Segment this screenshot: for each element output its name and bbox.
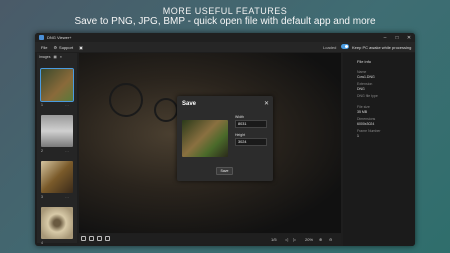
width-value: 8031	[238, 122, 247, 126]
zoom-out-icon[interactable]: ⊖	[329, 237, 332, 242]
width-label: Width	[235, 115, 244, 119]
more-icon[interactable]: …	[65, 194, 69, 199]
save-dialog: Save ✕ Width 8031 Height 3024 Save	[177, 96, 273, 181]
window-title: DNG Viewer+	[47, 35, 72, 40]
more-icon[interactable]: …	[65, 102, 69, 107]
status-text: Loaded	[323, 45, 337, 50]
support-icon: ⚙	[53, 44, 58, 50]
thumbnail-index: 1	[41, 103, 43, 107]
dimensions-value: 6000x3024	[357, 122, 375, 126]
name-value: Cow1.DNG	[357, 75, 375, 79]
save-button[interactable]: Save	[216, 167, 233, 175]
promo-subtitle: Save to PNG, JPG, BMP - quick open file …	[74, 16, 376, 27]
dialog-title: Save	[182, 101, 197, 107]
height-label: Height	[235, 133, 246, 137]
zoom-level: 20%	[305, 237, 314, 242]
thumbnail-index: 4	[41, 241, 43, 245]
image-icon[interactable]	[105, 236, 110, 241]
menu-support[interactable]: ⚙ Support	[53, 45, 73, 50]
menu-support-label: Support	[59, 44, 74, 50]
thumbnail-1[interactable]	[40, 68, 74, 102]
sidebar-header: Images	[39, 55, 51, 59]
type-label: DNG file type	[357, 94, 378, 98]
copy-icon[interactable]	[97, 236, 102, 241]
list-view-icon[interactable]: ≡	[60, 55, 62, 59]
minimize-button[interactable]: –	[379, 35, 391, 41]
size-label: File size	[357, 105, 370, 109]
zoom-in-icon[interactable]: ⊕	[319, 237, 322, 242]
open-file-icon[interactable]	[81, 236, 86, 241]
thumbnail-4[interactable]	[41, 207, 73, 239]
thumbnail-3[interactable]	[41, 161, 73, 193]
frame-value: 1	[357, 134, 359, 138]
width-input[interactable]: 8031	[235, 120, 267, 128]
name-label: Name	[357, 70, 367, 74]
promo-title: MORE USEFUL FEATURES	[162, 6, 288, 16]
frame-label: Frame Number	[357, 129, 381, 133]
dialog-close-icon[interactable]: ✕	[264, 100, 269, 107]
app-icon	[39, 35, 44, 40]
grid-view-icon[interactable]: ▦	[53, 55, 56, 59]
size-value: 35 MB	[357, 110, 368, 114]
next-icon[interactable]: ▷	[293, 237, 296, 242]
prev-icon[interactable]: ◁	[285, 237, 288, 242]
thumbnail-index: 2	[41, 149, 43, 153]
maximize-button[interactable]: □	[391, 35, 403, 41]
image-detail	[154, 98, 178, 122]
bottom-toolbar: 1/5 ◁ ▷ 20% ⊕ ⊖	[79, 234, 341, 244]
open-folder-icon[interactable]: ▣	[79, 45, 83, 50]
image-detail	[109, 83, 143, 117]
dimensions-label: Dimensions	[357, 117, 376, 121]
extension-label: Extension	[357, 82, 373, 86]
info-header: File info	[357, 59, 372, 64]
thumbnail-sidebar: Images ▦ ≡ 1 … 2 … 3 … 4	[37, 53, 77, 245]
menu-bar: File ⚙ Support ▣ Loaded Keep PC awake wh…	[35, 42, 415, 52]
keep-awake-label: Keep PC awake while processing	[352, 45, 412, 50]
menu-file[interactable]: File	[41, 45, 47, 50]
info-panel: File info Name Cow1.DNG Extension DNG DN…	[343, 53, 415, 246]
save-icon[interactable]	[89, 236, 94, 241]
preview-image	[182, 120, 228, 157]
extension-value: DNG	[357, 87, 365, 91]
title-bar: DNG Viewer+ – □ ✕	[35, 33, 415, 42]
height-value: 3024	[238, 140, 247, 144]
page-indicator: 1/5	[271, 237, 277, 242]
thumbnail-index: 3	[41, 195, 43, 199]
close-button[interactable]: ✕	[403, 35, 415, 41]
more-icon[interactable]: …	[65, 148, 69, 153]
keep-awake-toggle[interactable]	[341, 44, 349, 49]
height-input[interactable]: 3024	[235, 138, 267, 146]
thumbnail-2[interactable]	[41, 115, 73, 147]
